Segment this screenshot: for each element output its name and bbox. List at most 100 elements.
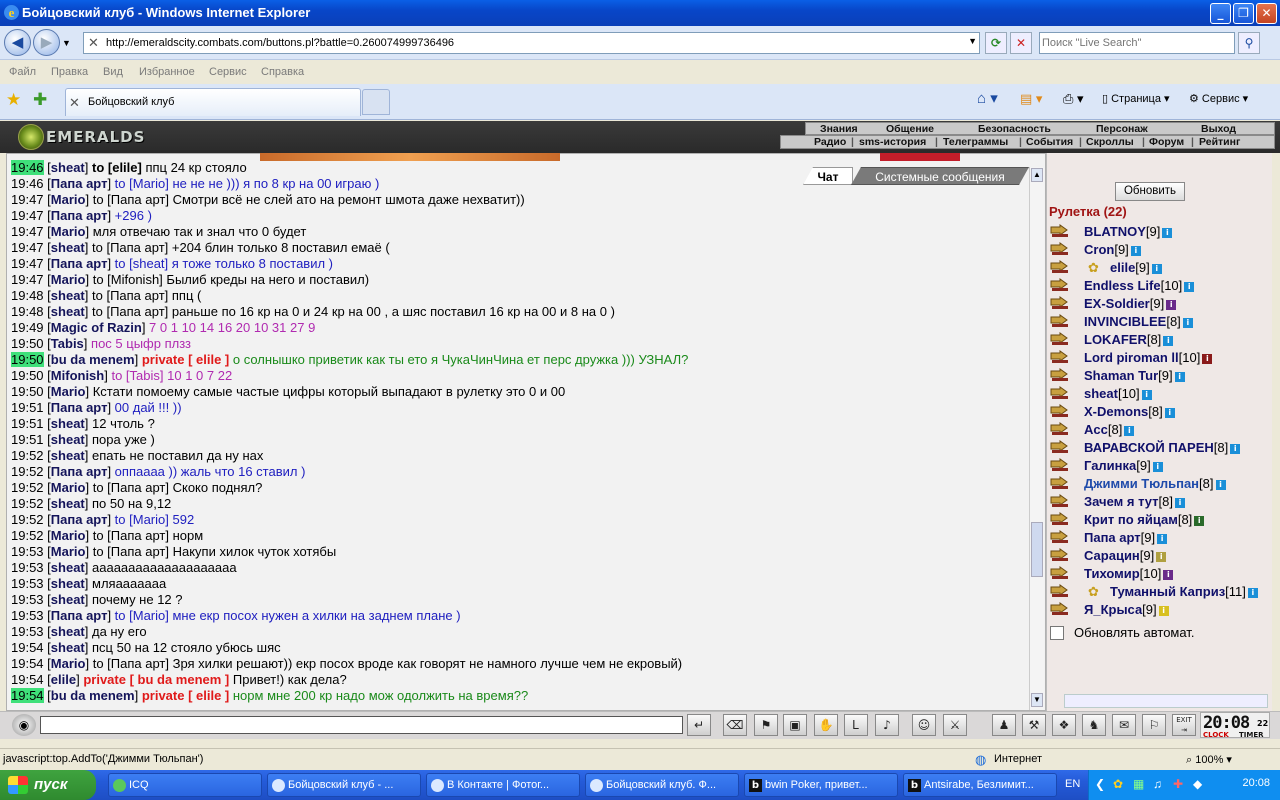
menu-communication[interactable]: Общение [886,123,934,135]
message-author[interactable]: sheat [51,416,85,431]
print-icon[interactable]: ⎙ ▾ [1063,91,1084,107]
addressee-tag[interactable]: to [elile] [92,160,142,175]
private-message-icon[interactable] [1050,224,1072,238]
private-message-icon[interactable] [1050,296,1072,310]
new-tab-button[interactable] [362,89,390,115]
user-name[interactable]: INVINCIBLEE [1084,314,1166,329]
addressee-tag[interactable]: to [Mifonish] [93,272,163,287]
scroll-thumb[interactable] [1031,522,1043,577]
message-time[interactable]: 19:48 [11,304,44,319]
message-time[interactable]: 19:51 [11,400,44,415]
message-time[interactable]: 19:48 [11,288,44,303]
message-time[interactable]: 19:49 [11,320,44,335]
message-time[interactable]: 19:47 [11,256,44,271]
private-message-icon[interactable] [1050,476,1072,490]
private-message-icon[interactable] [1050,242,1072,256]
message-time[interactable]: 19:53 [11,576,44,591]
message-time[interactable]: 19:52 [11,512,44,527]
history-dropdown-icon[interactable]: ▼ [62,38,71,48]
message-author[interactable]: Mario [51,224,86,239]
message-time[interactable]: 19:46 [11,176,44,191]
addressee-tag[interactable]: to [Mario] [115,176,169,191]
addressee-tag[interactable]: to [Папа арт] [93,528,169,543]
message-author[interactable]: sheat [51,448,85,463]
start-button[interactable]: пуск [0,770,96,800]
submenu-sms[interactable]: sms-история [859,136,926,148]
private-message-icon[interactable] [1050,548,1072,562]
menu-character[interactable]: Персонаж [1096,123,1148,135]
menu-exit[interactable]: Выход [1201,123,1236,135]
map-icon[interactable]: ❖ [1052,714,1076,736]
private-message-icon[interactable] [1050,530,1072,544]
tools-menu[interactable]: ⚙ Сервис ▾ [1189,92,1248,105]
message-time[interactable]: 19:51 [11,416,44,431]
message-author[interactable]: sheat [51,496,85,511]
minimize-button[interactable]: _ [1210,3,1231,24]
ignore-icon[interactable]: ✋ [814,714,838,736]
search-input[interactable] [1042,34,1232,52]
message-time[interactable]: 19:53 [11,560,44,575]
tab-combats[interactable]: ✕ Бойцовский клуб [65,88,361,116]
menu-edit[interactable]: Правка [51,66,88,78]
private-message-icon[interactable] [1050,422,1072,436]
addressee-tag[interactable]: to [Папа арт] [92,240,168,255]
stop-icon[interactable]: ✕ [1010,32,1032,54]
user-name[interactable]: Джимми Тюльпан [1084,476,1199,491]
message-time[interactable]: 19:47 [11,208,44,223]
menu-file[interactable]: Файл [9,66,36,78]
private-message-icon[interactable] [1050,332,1072,346]
user-info-icon[interactable]: i [1202,353,1213,364]
private-message-icon[interactable] [1050,260,1072,274]
message-author[interactable]: Папа арт [51,464,108,479]
message-time[interactable]: 19:52 [11,496,44,511]
user-info-icon[interactable]: i [1152,461,1163,472]
submenu-radio[interactable]: Радио [814,136,846,148]
user-name[interactable]: Крит по яйцам [1084,512,1178,527]
message-time[interactable]: 19:53 [11,592,44,607]
private-message-icon[interactable] [1050,404,1072,418]
page-menu[interactable]: ▯ Страница ▾ [1102,92,1170,105]
submenu-scrolls[interactable]: Скроллы [1086,136,1134,148]
message-author[interactable]: Mario [51,528,86,543]
message-author[interactable]: sheat [51,288,85,303]
user-info-icon[interactable]: i [1162,227,1173,238]
addressee-tag[interactable]: to [Mario] [115,608,169,623]
add-favorite-icon[interactable]: ✚ [33,90,47,110]
user-name[interactable]: ВАРАВСКОЙ ПАРЕН [1084,440,1214,455]
message-author[interactable]: Mario [51,384,86,399]
menu-knowledge[interactable]: Знания [820,123,858,135]
message-author[interactable]: Папа арт [51,400,108,415]
submenu-rating[interactable]: Рейтинг [1199,136,1240,148]
scroll-down-icon[interactable]: ▼ [1031,693,1043,707]
private-message-icon[interactable] [1050,566,1072,580]
tray-app-icon[interactable]: ◆ [1193,777,1202,791]
user-info-icon[interactable]: i [1184,281,1195,292]
save-log-icon[interactable]: ▣ [783,714,807,736]
chat-log[interactable]: 19:46 [sheat] to [elile] ппц 24 кр стоял… [11,160,1031,712]
message-author[interactable]: sheat [51,592,85,607]
task-combats-1[interactable]: Бойцовский клуб - ... [267,773,421,797]
tray-antivirus-icon[interactable]: ✚ [1173,777,1183,791]
task-icq[interactable]: ICQ [108,773,262,797]
chat-scrollbar[interactable]: ▲ ▼ [1029,167,1044,710]
private-message-icon[interactable] [1050,512,1072,526]
submenu-telegrams[interactable]: Телеграммы [943,136,1008,148]
message-time[interactable]: 19:50 [11,368,44,383]
tab-chat[interactable]: Чат [803,167,853,185]
user-info-icon[interactable]: i [1194,515,1205,526]
message-input[interactable] [40,716,683,734]
user-info-icon[interactable]: i [1175,497,1185,508]
message-author[interactable]: sheat [51,240,85,255]
private-message-icon[interactable] [1050,314,1072,328]
submenu-forum[interactable]: Форум [1149,136,1184,148]
user-name[interactable]: Зачем я тут [1084,494,1159,509]
user-info-icon[interactable]: i [1247,587,1258,598]
close-button[interactable]: ✕ [1256,3,1277,24]
message-author[interactable]: Mario [51,192,86,207]
message-time[interactable]: 19:52 [11,480,44,495]
tray-volume-icon[interactable]: ♫ [1153,777,1162,791]
message-time[interactable]: 19:52 [11,464,44,479]
private-message-icon[interactable] [1050,584,1072,598]
user-name[interactable]: EX-Soldier [1084,296,1150,311]
message-time[interactable]: 19:50 [11,384,44,399]
